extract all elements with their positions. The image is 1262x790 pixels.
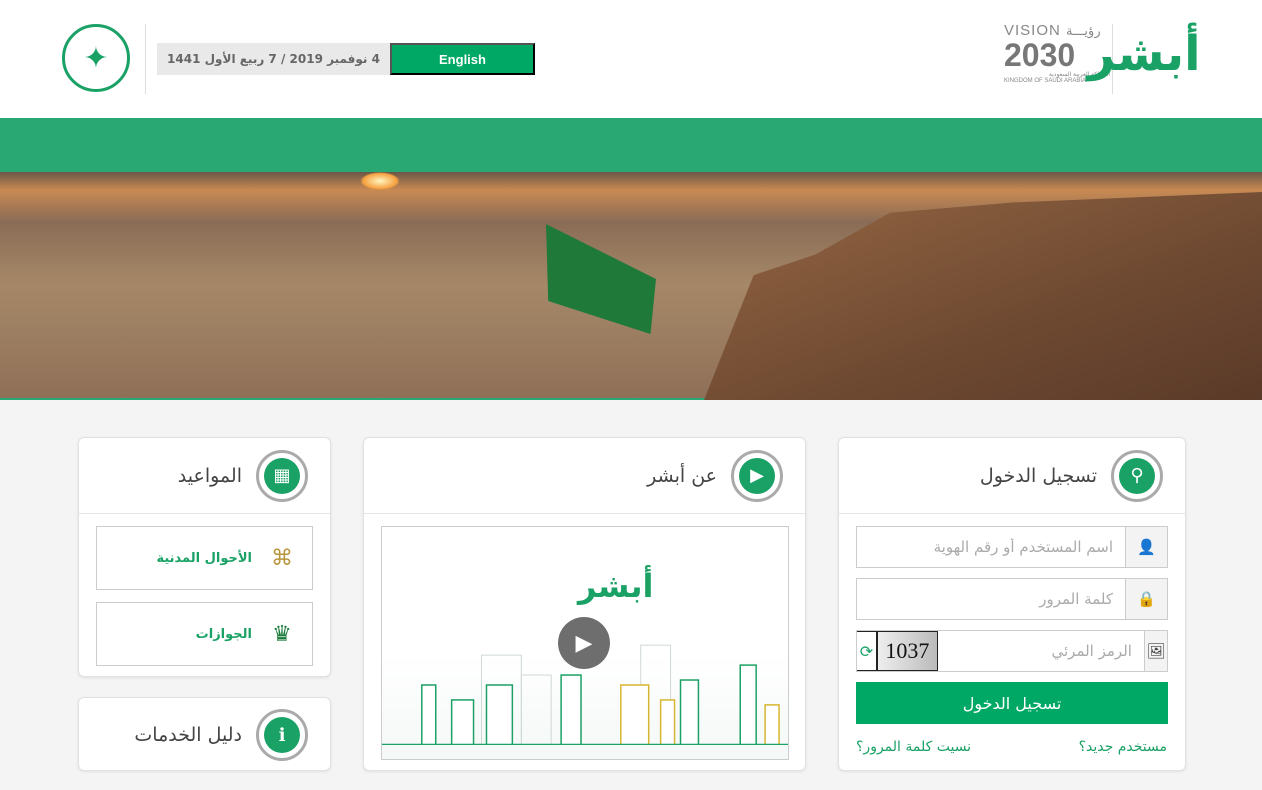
keyhole-icon: ⚲ [1111, 449, 1163, 502]
english-language-button[interactable]: English [390, 43, 535, 75]
green-strip [0, 118, 1262, 172]
header: ✦ 4 نوفمبر 2019 / 7 ربيع الأول 1441 Engl… [0, 0, 1262, 118]
about-video[interactable]: أبشر ▶ [381, 526, 789, 760]
services-guide-header: ℹ دليل الخدمات [79, 698, 330, 772]
services-guide-title: دليل الخدمات [134, 724, 242, 746]
ministry-emblem-logo: ✦ [62, 24, 130, 92]
appointments-card: ▦ المواعيد ⌘ الأحوال المدنية ♛ الجوازات [78, 437, 331, 677]
captcha-field: 🖼 1037 ⟳ [856, 630, 1168, 672]
appointments-card-header: ▦ المواعيد [79, 438, 330, 514]
user-icon: 👤 [1125, 527, 1167, 567]
guide-book-icon: ℹ [256, 709, 308, 761]
forgot-password-link[interactable]: نسيت كلمة المرور؟ [856, 739, 971, 755]
absher-video-logo: أبشر [578, 567, 654, 605]
appointments-title: المواعيد [177, 464, 242, 487]
civil-affairs-label: الأحوال المدنية [156, 550, 252, 566]
absher-logo[interactable]: أبشر [1087, 10, 1200, 98]
username-field: 👤 [856, 526, 1168, 568]
passports-logo: ♛ [272, 621, 292, 647]
calendar-icon: ▦ [256, 449, 308, 502]
play-circle-icon: ▶ [731, 449, 783, 502]
civil-affairs-button[interactable]: ⌘ الأحوال المدنية [96, 526, 313, 590]
login-button[interactable]: تسجيل الدخول [856, 682, 1168, 724]
services-guide-card[interactable]: ℹ دليل الخدمات [78, 697, 331, 771]
refresh-captcha-icon[interactable]: ⟳ [857, 631, 877, 671]
about-card-header: ▶ عن أبشر [364, 438, 805, 514]
play-button[interactable]: ▶ [558, 617, 610, 669]
civil-affairs-logo: ⌘ [271, 545, 293, 571]
date-display: 4 نوفمبر 2019 / 7 ربيع الأول 1441 [157, 43, 390, 75]
captcha-image: 1037 [876, 631, 938, 671]
about-title: عن أبشر [647, 464, 717, 487]
divider [145, 24, 146, 94]
lock-icon: 🔒 [1125, 579, 1167, 619]
login-card: ⚲ تسجيل الدخول 👤 🔒 🖼 1037 ⟳ تسجيل الدخول… [838, 437, 1186, 771]
passports-button[interactable]: ♛ الجوازات [96, 602, 313, 666]
about-absher-card: ▶ عن أبشر أبشر ▶ [363, 437, 806, 771]
new-user-link[interactable]: مستخدم جديد؟ [1079, 739, 1167, 755]
username-input[interactable] [857, 527, 1125, 567]
passports-label: الجوازات [195, 626, 252, 642]
login-title: تسجيل الدخول [979, 464, 1097, 487]
image-icon: 🖼 [1143, 631, 1167, 671]
cliff-image [704, 192, 1262, 400]
password-input[interactable] [857, 579, 1125, 619]
sun-image [360, 172, 400, 190]
password-field: 🔒 [856, 578, 1168, 620]
captcha-input[interactable] [937, 631, 1144, 671]
login-card-header: ⚲ تسجيل الدخول [839, 438, 1185, 514]
